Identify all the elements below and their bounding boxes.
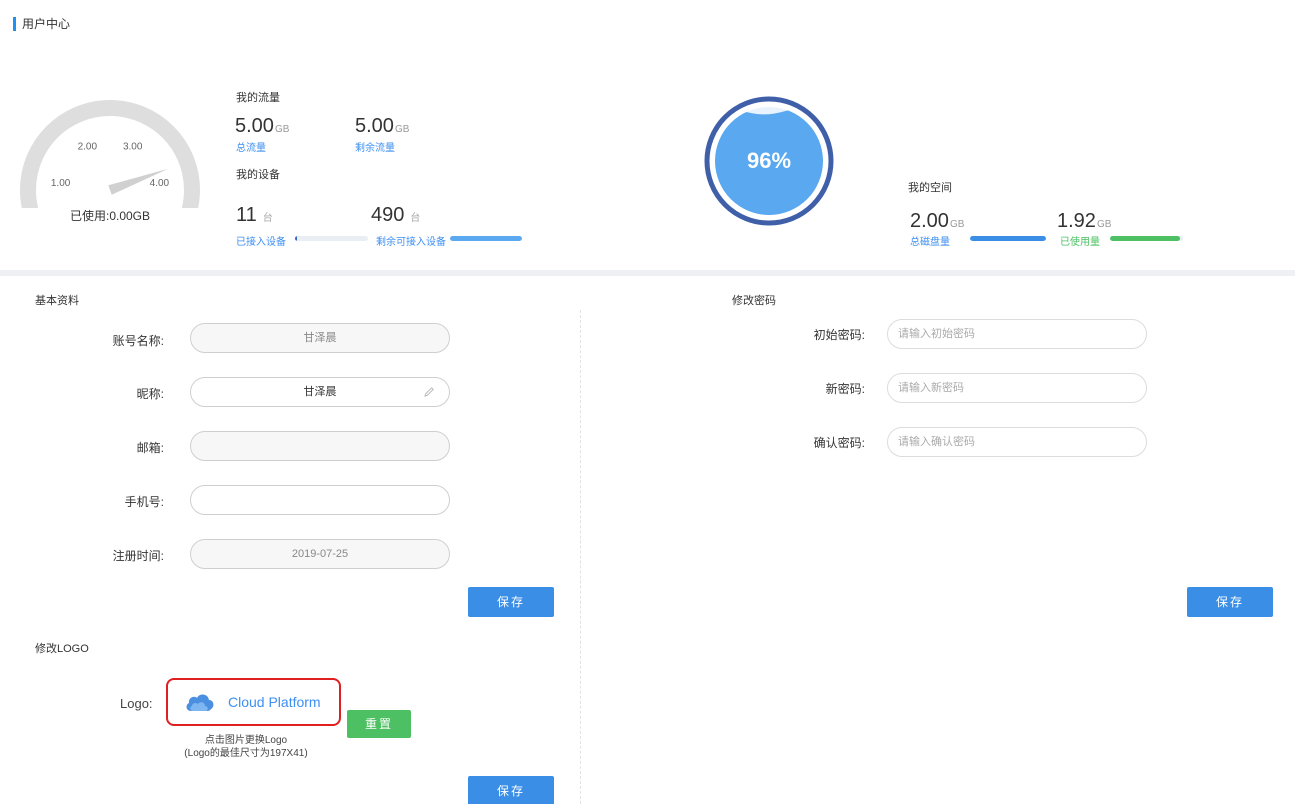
logo-upload[interactable]: Cloud Platform [166, 678, 341, 726]
devices-connected-bar [295, 236, 368, 241]
storage-used-label: 已使用量 [1060, 237, 1100, 248]
devices-remain-bar-fill [450, 236, 522, 241]
logo-section-title: 修改LOGO [35, 643, 89, 655]
email-label: 邮箱: [136, 441, 164, 455]
gauge-tick-label: 4.00 [150, 178, 170, 189]
storage-total-number: 2.00 [910, 210, 949, 232]
logo-brand-text: Cloud Platform [228, 694, 321, 710]
confirm-password-label: 确认密码: [813, 436, 865, 450]
flow-remain-unit: GB [394, 124, 410, 135]
profile-section-title: 基本资料 [35, 295, 79, 307]
storage-total-label: 总磁盘量 [910, 237, 950, 248]
devices-remain-bar [450, 236, 522, 241]
devices-title: 我的设备 [236, 169, 280, 181]
storage-total-unit: GB [949, 219, 965, 230]
storage-percent-text: 96% [747, 148, 791, 173]
gauge-used-label: 已使用:0.00GB [69, 209, 151, 223]
gauge-tick-label: 2.00 [78, 141, 98, 152]
nickname-input[interactable]: 甘泽晨 [190, 377, 450, 407]
devices-connected-value: 11 台 [236, 203, 273, 231]
section-divider [0, 270, 1295, 276]
email-input[interactable] [190, 431, 450, 461]
devices-remain-number: 490 [371, 204, 405, 226]
page-title: 用户中心 [22, 17, 71, 31]
flow-total-unit: GB [274, 124, 290, 135]
storage-used-unit: GB [1096, 219, 1112, 230]
storage-used-bar-fill [1110, 236, 1181, 241]
account-label: 账号名称: [112, 334, 164, 348]
logo-hint-line2: (Logo的最佳尺寸为197X41) [184, 748, 308, 759]
flow-total-label: 总流量 [236, 143, 266, 154]
storage-total-bar-fill [970, 236, 1046, 241]
flow-remain-number: 5.00 [355, 115, 394, 137]
storage-used-number: 1.92 [1057, 210, 1096, 232]
flow-remain-value: 5.00GB [355, 114, 409, 142]
phone-input[interactable] [190, 485, 450, 515]
devices-remain-unit: 台 [410, 213, 421, 224]
devices-connected-label: 已接入设备 [236, 237, 286, 248]
storage-used-bar [1110, 236, 1183, 241]
pencil-icon[interactable] [423, 386, 435, 398]
password-save-button[interactable]: 保存 [1187, 587, 1273, 617]
logo-hint-line1: 点击图片更换Logo [204, 735, 288, 746]
storage-ring: 96% [704, 96, 834, 226]
gauge-tick-label: 1.00 [51, 178, 71, 189]
phone-label: 手机号: [124, 495, 164, 509]
devices-connected-bar-fill [295, 236, 297, 241]
old-password-label: 初始密码: [813, 328, 865, 342]
register-time-label: 注册时间: [112, 549, 164, 563]
flow-total-value: 5.00GB [235, 114, 289, 142]
devices-connected-number: 11 [236, 204, 257, 226]
nickname-label: 昵称: [136, 387, 164, 401]
nickname-value: 甘泽晨 [303, 386, 337, 398]
flow-title: 我的流量 [236, 92, 280, 104]
logo-save-button[interactable]: 保存 [468, 776, 554, 804]
devices-connected-unit: 台 [262, 213, 273, 224]
devices-remain-value: 490 台 [371, 203, 420, 231]
account-field: 甘泽晨 [190, 323, 450, 353]
confirm-password-input[interactable]: 请输入确认密码 [887, 427, 1147, 457]
password-section-title: 修改密码 [732, 295, 776, 307]
new-password-input[interactable]: 请输入新密码 [887, 373, 1147, 403]
traffic-gauge: 0.001.002.003.004.005.00 [20, 100, 200, 208]
register-time-field: 2019-07-25 [190, 539, 450, 569]
storage-total-bar [970, 236, 1046, 241]
gauge-tick-label: 3.00 [123, 141, 143, 152]
column-divider [580, 310, 581, 804]
flow-total-number: 5.00 [235, 115, 274, 137]
cloud-icon [186, 694, 214, 711]
title-accent-bar [13, 17, 16, 31]
flow-remain-label: 剩余流量 [355, 143, 395, 154]
devices-remain-label: 剩余可接入设备 [376, 237, 446, 248]
new-password-label: 新密码: [825, 382, 865, 396]
logo-label: Logo: [120, 696, 153, 711]
logo-reset-button[interactable]: 重置 [347, 710, 411, 738]
gauge-track [20, 100, 200, 208]
profile-save-button[interactable]: 保存 [468, 587, 554, 617]
old-password-input[interactable]: 请输入初始密码 [887, 319, 1147, 349]
storage-title: 我的空间 [908, 182, 952, 194]
